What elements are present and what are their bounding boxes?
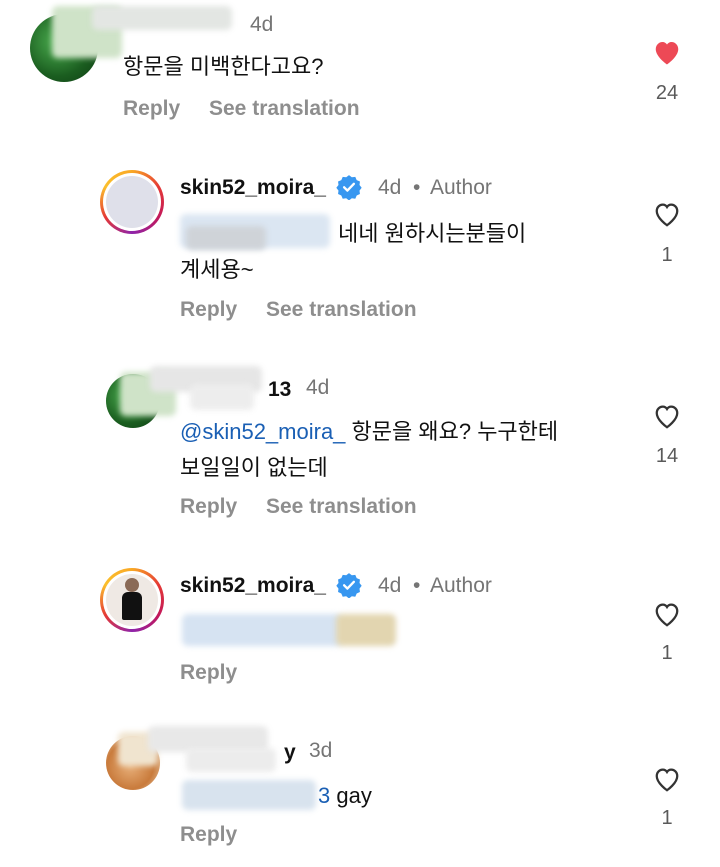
username-tail[interactable]: y <box>284 741 296 765</box>
comment-text: 계세용~ <box>180 257 254 282</box>
mention-link[interactable]: 3 <box>318 783 330 808</box>
see-translation-button[interactable]: See translation <box>266 298 417 322</box>
avatar[interactable] <box>100 170 164 234</box>
comment-text: 보일일이 없는데 <box>180 455 328 480</box>
see-translation-button[interactable]: See translation <box>209 97 360 121</box>
comment-time: 4d <box>250 13 274 36</box>
redacted-mention <box>336 614 396 646</box>
comment-text: 항문을 미백한다고요? <box>123 54 324 79</box>
separator-dot: • <box>413 176 421 199</box>
username[interactable]: skin52_moira_ <box>180 574 326 598</box>
redacted-mention <box>182 780 316 810</box>
redacted-username <box>92 6 232 30</box>
heart-filled-icon[interactable] <box>652 38 682 66</box>
comment-text: 3 gay <box>318 783 372 808</box>
comment-time: 3d <box>309 739 333 762</box>
comment-time: 4d <box>306 376 330 399</box>
comment-text: 네네 원하시는분들이 <box>338 221 527 246</box>
heart-outline-icon[interactable] <box>652 600 682 628</box>
redacted-mention <box>186 226 266 250</box>
reply-button[interactable]: Reply <box>180 298 237 322</box>
redacted-username <box>190 384 254 410</box>
reply-button[interactable]: Reply <box>180 495 237 519</box>
heart-outline-icon[interactable] <box>652 402 682 430</box>
comment-time: 4d <box>378 574 402 597</box>
see-translation-button[interactable]: See translation <box>266 495 417 519</box>
redacted-mention <box>182 614 342 646</box>
verified-badge-icon <box>336 573 362 598</box>
author-label: Author <box>430 574 492 597</box>
reply-button[interactable]: Reply <box>180 661 237 685</box>
avatar[interactable] <box>100 568 164 632</box>
like-count: 1 <box>661 642 673 664</box>
mention-link[interactable]: @skin52_moira_ <box>180 419 345 444</box>
author-label: Author <box>430 176 492 199</box>
redacted-username <box>186 748 276 772</box>
separator-dot: • <box>413 574 421 597</box>
like-count: 24 <box>655 82 679 104</box>
reply-button[interactable]: Reply <box>180 823 237 847</box>
verified-badge-icon <box>336 175 362 200</box>
reply-button[interactable]: Reply <box>123 97 180 121</box>
like-count: 1 <box>661 244 673 266</box>
heart-outline-icon[interactable] <box>652 765 682 793</box>
username[interactable]: skin52_moira_ <box>180 176 326 200</box>
username-tail[interactable]: 13 <box>268 378 291 402</box>
like-count: 1 <box>661 807 673 829</box>
like-count: 14 <box>655 445 679 467</box>
heart-outline-icon[interactable] <box>652 200 682 228</box>
comment-time: 4d <box>378 176 402 199</box>
comment-text: @skin52_moira_ 항문을 왜요? 누구한테 <box>180 419 559 444</box>
